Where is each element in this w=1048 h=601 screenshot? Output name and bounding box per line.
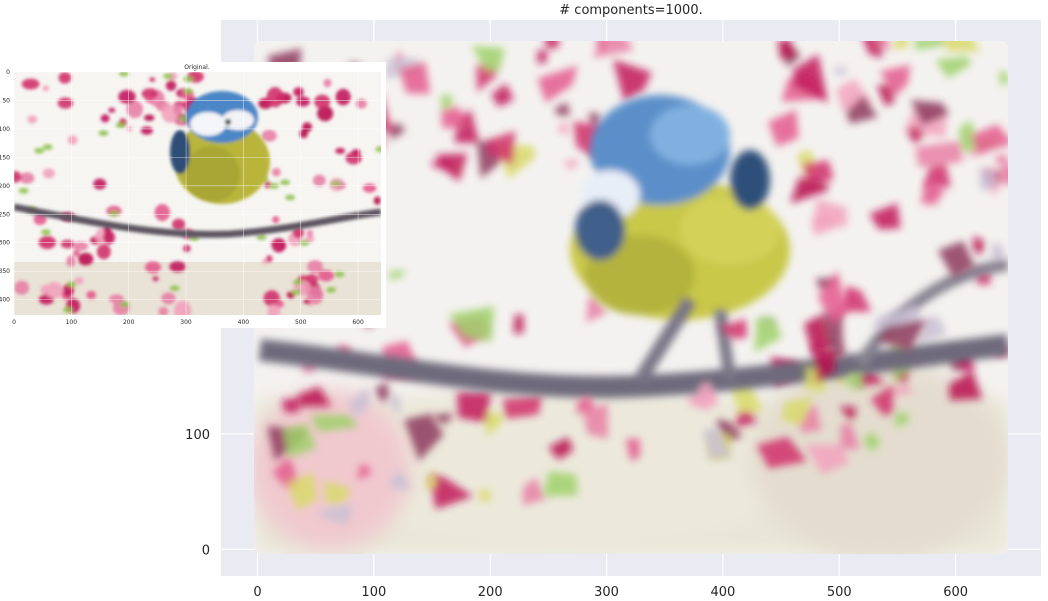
inset-y-tick-label: 50 — [2, 97, 10, 104]
x-tick-label: 100 — [361, 585, 386, 600]
x-tick-label: 200 — [478, 585, 503, 600]
inset-y-tick-labels: 0 50 100 150 200 250 300 350 400 — [0, 69, 10, 304]
inset-y-tick-label: 250 — [0, 211, 10, 218]
original-image — [14, 72, 381, 315]
x-tick-labels: 0 100 200 300 400 500 600 — [253, 585, 968, 600]
inset-y-tick-label: 400 — [0, 297, 10, 304]
inset-x-tick-labels: 0 100 200 300 400 500 600 — [12, 319, 364, 326]
inset-y-tick-label: 0 — [6, 69, 10, 76]
y-tick-label: 0 — [202, 543, 210, 558]
inset-y-tick-label: 150 — [0, 154, 10, 161]
inset-chart: 0 100 200 300 400 500 600 0 50 100 150 200 250 300 35… — [0, 62, 386, 328]
x-tick-label: 600 — [943, 585, 968, 600]
inset-y-tick-label: 350 — [0, 268, 10, 275]
x-tick-label: 500 — [827, 585, 852, 600]
inset-y-tick-label: 200 — [0, 183, 10, 190]
x-tick-label: 400 — [711, 585, 736, 600]
y-tick-labels: 0 100 — [185, 428, 210, 559]
chart-title: # components=1000. — [559, 3, 702, 18]
inset-x-tick-label: 600 — [352, 319, 364, 326]
inset-y-tick-label: 300 — [0, 240, 10, 247]
inset-x-tick-label: 0 — [12, 319, 16, 326]
x-tick-label: 0 — [253, 585, 261, 600]
inset-y-tick-label: 100 — [0, 126, 10, 133]
y-tick-label: 100 — [185, 428, 210, 443]
x-tick-label: 300 — [594, 585, 619, 600]
inset-x-tick-label: 400 — [238, 319, 250, 326]
inset-x-tick-label: 100 — [66, 319, 78, 326]
inset-title: Original. — [184, 64, 209, 71]
inset-x-tick-label: 300 — [180, 319, 192, 326]
inset-x-tick-label: 200 — [123, 319, 135, 326]
inset-x-tick-label: 500 — [295, 319, 307, 326]
